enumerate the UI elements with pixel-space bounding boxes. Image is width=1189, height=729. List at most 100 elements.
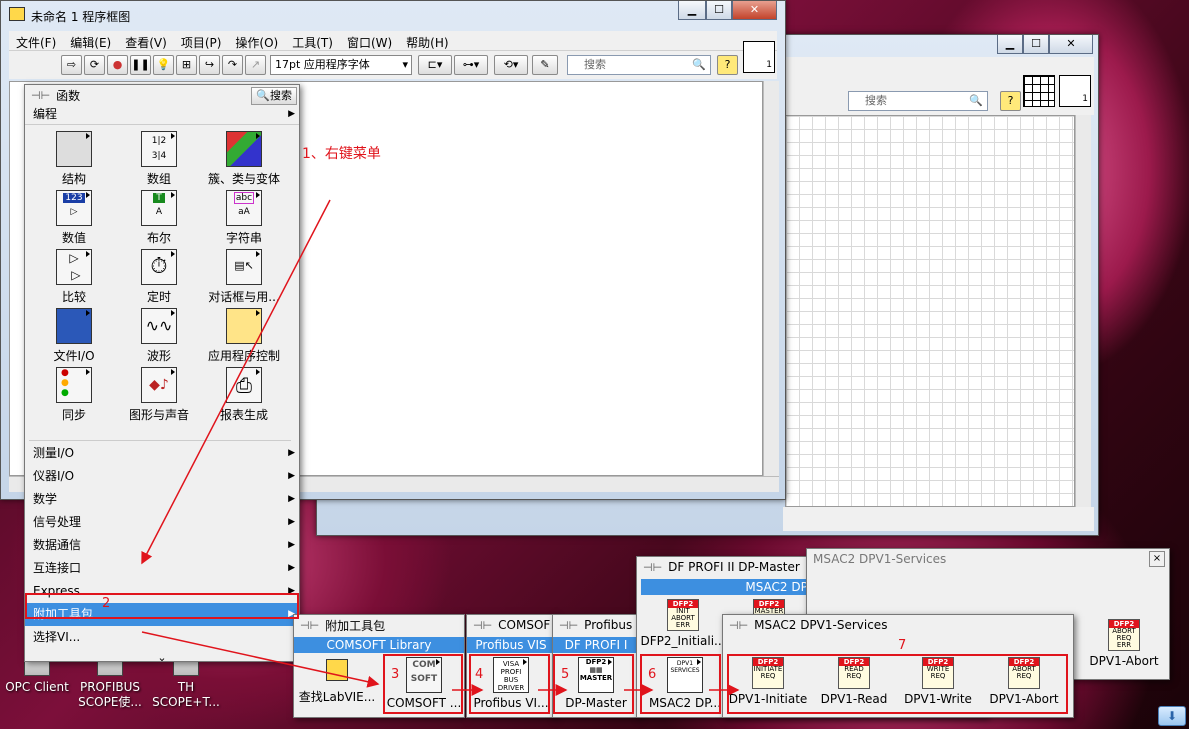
abort-icon[interactable]: ●: [107, 55, 128, 75]
icon-label: 图形与声音: [128, 408, 189, 422]
palette-icon-cluster[interactable]: 簇、类与变体: [199, 131, 289, 187]
palette-icon-report[interactable]: ⎙ 报表生成: [199, 367, 289, 423]
run-continuous-icon[interactable]: ⟳: [84, 55, 105, 75]
pin-icon[interactable]: ⊣⊢: [31, 89, 50, 102]
icon-label: 簇、类与变体: [207, 172, 280, 186]
graphics-sound-icon: ◆♪: [141, 367, 177, 403]
menu-tools[interactable]: 工具(T): [285, 31, 340, 50]
help-button[interactable]: ?: [1000, 91, 1021, 111]
pin-icon[interactable]: ⊣⊢: [559, 619, 578, 632]
menu-operate[interactable]: 操作(O): [228, 31, 285, 50]
desktop-icon-label: TH SCOPE+T...: [152, 680, 220, 709]
run-arrow-icon[interactable]: ⇨: [61, 55, 82, 75]
palette-search-button[interactable]: 🔍搜索: [251, 87, 297, 105]
maximize-button[interactable]: ☐: [706, 1, 732, 20]
item-label: 信号处理: [33, 515, 82, 529]
menu-item-signal-processing[interactable]: 信号处理 ▶: [25, 511, 299, 534]
reorder-icon[interactable]: ⟲▾: [494, 55, 528, 75]
menu-view[interactable]: 查看(V): [118, 31, 174, 50]
icon-label: 字符串: [225, 231, 262, 245]
menu-item-select-vi[interactable]: 选择VI...: [25, 626, 299, 649]
palette-icon-array[interactable]: 1|2 3|4 数组: [114, 131, 204, 187]
expand-chevron-icon[interactable]: ⌄: [25, 651, 299, 664]
icon-label: 文件I/O: [53, 349, 95, 363]
vi-icon-number: 1: [766, 60, 772, 70]
palette-icon-waveform[interactable]: ∿∿ 波形: [114, 308, 204, 364]
align-objects-icon[interactable]: ⊏▾: [418, 55, 452, 75]
search-input[interactable]: 搜索 🔍: [848, 91, 988, 111]
palette-icon-dpv1-abort-right[interactable]: DFP2 ABORT REQ ERR DPV1-Abort: [1077, 619, 1171, 668]
font-select[interactable]: 17pt 应用程序字体 ▾: [270, 55, 412, 75]
palette-icon-comparison[interactable]: ▷ ▷ 比较: [29, 249, 119, 305]
palette-icon-synchronization[interactable]: ● ● ● 同步: [29, 367, 119, 423]
pin-icon[interactable]: ⊣⊢: [300, 619, 319, 632]
window-controls: ▁ ☐ ✕: [997, 35, 1093, 54]
stopwatch-icon: ⏱: [141, 249, 177, 285]
item-label: 数据通信: [33, 538, 82, 552]
close-button[interactable]: ✕: [732, 1, 777, 20]
step-out-icon[interactable]: ↗: [245, 55, 266, 75]
step-over-icon[interactable]: ↷: [222, 55, 243, 75]
palette-icon-dfp2-initialize[interactable]: DFP2 INIT ABORT ERR DFP2_Initiali...: [637, 599, 729, 648]
minimize-button[interactable]: ▁: [678, 1, 706, 20]
menu-item-measurement-io[interactable]: 测量I/O ▶: [25, 442, 299, 465]
menu-item-connectivity[interactable]: 互连接口 ▶: [25, 557, 299, 580]
highlight-execution-icon[interactable]: 💡: [153, 55, 174, 75]
menu-file[interactable]: 文件(F): [9, 31, 63, 50]
string-icon: abc aA: [226, 190, 262, 226]
window-title: 未命名 1 程序框图: [31, 10, 131, 24]
palette-icon-timing[interactable]: ⏱ 定时: [114, 249, 204, 305]
icon-label: DFP2_Initiali...: [640, 634, 726, 648]
pin-icon[interactable]: ⊣⊢: [643, 561, 662, 574]
vi-icon[interactable]: 1: [743, 41, 775, 73]
palette-icon-boolean[interactable]: T A 布尔: [114, 190, 204, 246]
vertical-scrollbar[interactable]: [1075, 115, 1091, 507]
close-icon[interactable]: ×: [1149, 551, 1165, 567]
palette-icon-string[interactable]: abc aA 字符串: [199, 190, 289, 246]
highlight-dpv1-services: [727, 654, 1068, 714]
distribute-objects-icon[interactable]: ⊶▾: [454, 55, 488, 75]
vi-icon[interactable]: 1: [1059, 75, 1091, 107]
palette-header: ⊣⊢ Profibus: [553, 615, 639, 635]
download-arrow-icon[interactable]: ⬇: [1158, 706, 1186, 726]
palette-icon-find-labview[interactable]: 查找LabVIE...: [294, 659, 380, 705]
pin-icon[interactable]: ⊣⊢: [729, 619, 748, 632]
help-button[interactable]: ?: [717, 55, 738, 75]
step-into-icon[interactable]: ↪: [199, 55, 220, 75]
palette-icon-numeric[interactable]: 123 ▷ 数值: [29, 190, 119, 246]
palette-icon-file-io[interactable]: 文件I/O: [29, 308, 119, 364]
retain-wire-values-icon[interactable]: ⊞: [176, 55, 197, 75]
palette-icon-structures[interactable]: 结构: [29, 131, 119, 187]
annotation-5: 5: [561, 667, 570, 682]
palette-header: ⊣⊢ MSAC2 DPV1-Services: [723, 615, 1073, 635]
pin-icon[interactable]: ⊣⊢: [473, 619, 492, 632]
close-button[interactable]: ✕: [1049, 35, 1093, 54]
menu-item-data-communication[interactable]: 数据通信 ▶: [25, 534, 299, 557]
front-panel-canvas[interactable]: [785, 115, 1075, 507]
palette-icon-graphics-sound[interactable]: ◆♪ 图形与声音: [114, 367, 204, 423]
menu-item-instrument-io[interactable]: 仪器I/O ▶: [25, 465, 299, 488]
palette-icon-app-control[interactable]: 应用程序控制: [199, 308, 289, 364]
vertical-scrollbar[interactable]: [763, 81, 779, 476]
cleanup-diagram-icon[interactable]: ✎: [532, 55, 558, 75]
pause-icon[interactable]: ❚❚: [130, 55, 151, 75]
minimize-button[interactable]: ▁: [997, 35, 1023, 54]
menu-item-mathematics[interactable]: 数学 ▶: [25, 488, 299, 511]
palette-category-list: 测量I/O ▶ 仪器I/O ▶ 数学 ▶ 信号处理 ▶ 数据通信 ▶ 互连接口 ▶ Expr…: [25, 442, 299, 664]
maximize-button[interactable]: ☐: [1023, 35, 1049, 54]
palette-subtitle: COMSOFT Library: [294, 637, 464, 653]
chevron-right-icon: ▶: [288, 109, 295, 119]
menu-window[interactable]: 窗口(W): [340, 31, 399, 50]
boolean-icon: TA: [141, 190, 177, 226]
menu-edit[interactable]: 编辑(E): [63, 31, 118, 50]
numeric-icon: 123 ▷: [56, 190, 92, 226]
palette-icon-dialog[interactable]: ▤↖ 对话框与用...: [199, 249, 289, 305]
menu-project[interactable]: 项目(P): [174, 31, 229, 50]
palette-title: 附加工具包: [325, 618, 386, 633]
icon-label: 数值: [61, 231, 86, 245]
annotation-6: 6: [648, 667, 657, 682]
menu-help[interactable]: 帮助(H): [399, 31, 455, 50]
search-input[interactable]: 搜索 🔍: [567, 55, 711, 75]
palette-category-programming[interactable]: 编程 ▶: [25, 105, 299, 125]
dpv1-abort-icon: DFP2 ABORT REQ ERR: [1108, 619, 1140, 651]
